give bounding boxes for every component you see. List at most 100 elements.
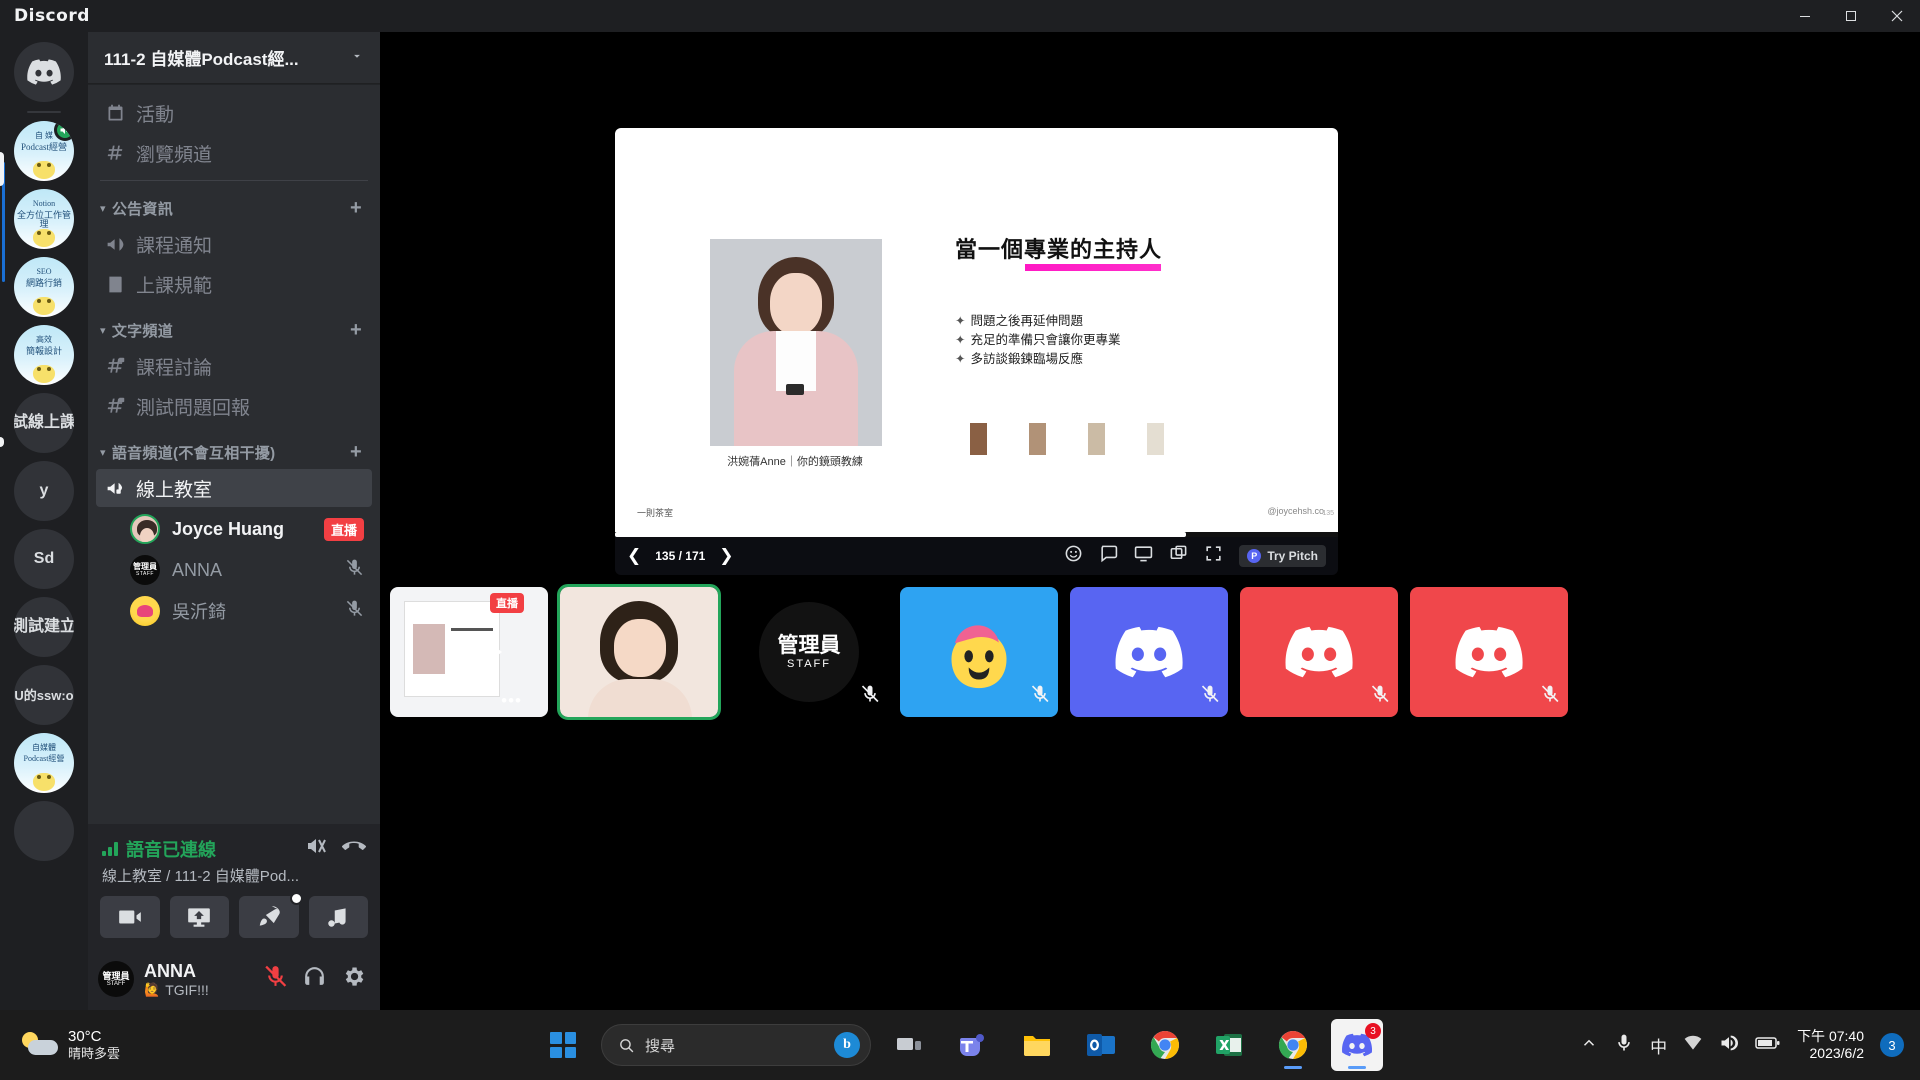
guild-header[interactable]: 111-2 自媒體Podcast經... <box>88 32 380 84</box>
blue-avatar-tile[interactable] <box>900 587 1058 717</box>
start-button[interactable] <box>537 1019 589 1071</box>
teams-button[interactable] <box>947 1019 999 1071</box>
close-button[interactable] <box>1874 0 1920 32</box>
fullscreen-icon[interactable] <box>1204 544 1223 568</box>
deafen-button[interactable] <box>302 964 327 994</box>
girl-camera-tile[interactable] <box>557 584 721 720</box>
excel-button[interactable] <box>1203 1019 1255 1071</box>
chrome-button[interactable] <box>1139 1019 1191 1071</box>
volume-icon[interactable] <box>1719 1033 1739 1058</box>
voice-member-wu[interactable]: 吳沂錡 <box>122 591 372 631</box>
activities-button[interactable] <box>239 892 303 938</box>
category-text-channels[interactable]: ▾ 文字頻道 + <box>96 315 372 345</box>
indigo-discord-tile[interactable] <box>1070 587 1228 717</box>
category-voice-channels[interactable]: ▾ 語音頻道(不會互相干擾) + <box>96 437 372 467</box>
shared-screen-tile[interactable]: 直播 ••• <box>390 587 548 717</box>
rocket-icon <box>259 906 280 926</box>
sidebar-server-partial[interactable] <box>14 801 74 861</box>
voice-member-name: 吳沂錡 <box>172 602 226 622</box>
server-rail[interactable]: 自 媒 Podcast經營 Notion 全方位工作管理 SEO 網路行銷 高效… <box>0 32 88 1010</box>
sidebar-server-sd[interactable]: Sd <box>14 529 74 589</box>
wifi-icon[interactable] <box>1683 1033 1703 1058</box>
task-view-button[interactable] <box>883 1019 935 1071</box>
weather-widget[interactable]: 30°C 晴時多雲 <box>22 1028 120 1063</box>
add-channel-button[interactable]: + <box>350 198 368 218</box>
bing-icon[interactable]: b <box>834 1032 860 1058</box>
ime-indicator[interactable]: 中 <box>1650 1033 1667 1058</box>
emoji-icon[interactable] <box>1064 544 1083 568</box>
calendar-icon <box>104 102 126 124</box>
show-hidden-icons-button[interactable] <box>1580 1034 1598 1057</box>
camera-overlay-icon <box>446 637 502 667</box>
color-swatch-1 <box>970 423 987 455</box>
prev-slide-button[interactable]: ❮ <box>627 546 641 566</box>
live-badge: 直播 <box>490 593 524 613</box>
maximize-button[interactable] <box>1828 0 1874 32</box>
channel-list[interactable]: 活動 瀏覽頻道 ▾ 公告資訊 + 課程通知 上課規範 ▾ 文字頻道 + 課程討論… <box>88 84 380 824</box>
sidebar-item-issue-report[interactable]: 測試問題回報 <box>96 387 372 425</box>
sidebar-item-course-notice[interactable]: 課程通知 <box>96 225 372 263</box>
chevron-down-icon: ▾ <box>100 324 106 337</box>
sidebar-server-notion[interactable]: Notion 全方位工作管理 <box>14 189 74 249</box>
add-channel-button[interactable]: + <box>350 442 368 462</box>
disconnect-call-icon[interactable] <box>342 834 366 863</box>
voice-member-joyce[interactable]: Joyce Huang 直播 <box>122 509 372 549</box>
monitor-icon[interactable] <box>1134 544 1153 568</box>
sidebar-item-course-discussion[interactable]: 課程討論 <box>96 347 372 385</box>
sidebar-item-browse-channels[interactable]: 瀏覽頻道 <box>96 134 372 172</box>
sidebar-server-trial[interactable]: 試線上課 <box>14 393 74 453</box>
minimize-button[interactable] <box>1782 0 1828 32</box>
sidebar-item-class-rules[interactable]: 上課規範 <box>96 265 372 303</box>
user-settings-button[interactable] <box>341 964 366 994</box>
discord-taskbar-button[interactable]: 3 <box>1331 1019 1383 1071</box>
shared-screen-player[interactable]: 洪婉蒨Anne｜你的鏡頭教練 當一個專業的主持人 ✦ 問題之後再延伸問題 ✦ 充足的… <box>615 128 1338 575</box>
battery-icon[interactable] <box>1755 1035 1781 1056</box>
sidebar-server-y[interactable]: y <box>14 461 74 521</box>
file-explorer-button[interactable] <box>1011 1019 1063 1071</box>
sidebar-server-slides[interactable]: 高效 簡報設計 <box>14 325 74 385</box>
mic-muted-icon <box>1200 684 1220 709</box>
sidebar-item-events[interactable]: 活動 <box>96 94 372 132</box>
add-channel-button[interactable]: + <box>350 320 368 340</box>
share-screen-button[interactable] <box>169 896 229 938</box>
try-pitch-button[interactable]: P Try Pitch <box>1239 545 1326 567</box>
next-slide-button[interactable]: ❯ <box>719 546 733 566</box>
sidebar-server-podcast[interactable]: 自 媒 Podcast經營 <box>14 121 74 181</box>
red-discord-tile-2[interactable] <box>1410 587 1568 717</box>
sidebar-item-online-classroom[interactable]: 線上教室 <box>96 469 372 507</box>
server-icon-line2: 網路行銷 <box>25 278 62 288</box>
sidebar-server-u[interactable]: U的ssw:o <box>14 665 74 725</box>
more-options-icon[interactable]: ••• <box>501 691 522 711</box>
username: ANNA <box>144 960 196 981</box>
avatar[interactable]: 管理員 STAFF <box>98 961 134 997</box>
presentation-slide[interactable]: 洪婉蒨Anne｜你的鏡頭教練 當一個專業的主持人 ✦ 問題之後再延伸問題 ✦ 充足的… <box>615 128 1338 532</box>
rules-icon <box>104 273 126 295</box>
sidebar-server-test-build[interactable]: 測試建立 <box>14 597 74 657</box>
voice-member-anna[interactable]: 管理員 STAFF ANNA <box>122 550 372 590</box>
red-discord-tile-1[interactable] <box>1240 587 1398 717</box>
chrome-window-button[interactable] <box>1267 1019 1319 1071</box>
popout-icon[interactable] <box>1169 544 1188 568</box>
video-camera-button[interactable] <box>100 896 160 938</box>
taskbar-search[interactable]: 搜尋 b <box>601 1024 871 1066</box>
microphone-icon[interactable] <box>1614 1033 1634 1058</box>
clock-time: 下午 07:40 <box>1797 1028 1864 1045</box>
chat-bubble-icon[interactable] <box>1099 544 1118 568</box>
sidebar-server-podcast-2[interactable]: 自媒體 Podcast經營 <box>14 733 74 793</box>
home-button[interactable] <box>14 42 74 102</box>
notification-center-button[interactable]: 3 <box>1880 1033 1904 1057</box>
mic-muted-button[interactable] <box>263 964 288 994</box>
active-indicator <box>1284 1066 1302 1069</box>
voice-member-name: ANNA <box>172 559 223 580</box>
hash-lock-icon <box>104 355 126 377</box>
category-announcements[interactable]: ▾ 公告資訊 + <box>96 193 372 223</box>
outlook-button[interactable] <box>1075 1019 1127 1071</box>
voice-status-text: 語音已連線 <box>126 839 216 860</box>
taskbar-clock[interactable]: 下午 07:40 2023/6/2 <box>1797 1028 1864 1062</box>
noise-suppression-icon[interactable] <box>304 834 328 863</box>
bullet-text: 問題之後再延伸問題 <box>970 314 1083 328</box>
sidebar-server-seo[interactable]: SEO 網路行銷 <box>14 257 74 317</box>
anna-staff-tile[interactable]: 管理員 STAFF <box>730 587 888 717</box>
windows-taskbar: 30°C 晴時多雲 搜尋 b 3 中 下午 07:40 2023/6/2 3 <box>0 1010 1920 1080</box>
soundboard-button[interactable] <box>308 896 368 938</box>
